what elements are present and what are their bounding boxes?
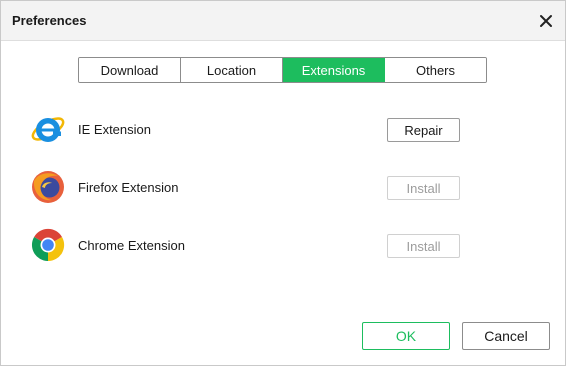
ie-extension-label: IE Extension bbox=[78, 122, 151, 137]
ok-button[interactable]: OK bbox=[362, 322, 450, 350]
cancel-button[interactable]: Cancel bbox=[462, 322, 550, 350]
firefox-install-button[interactable]: Install bbox=[387, 176, 460, 200]
firefox-icon bbox=[32, 171, 64, 203]
preferences-window: Preferences Download Location Extensions… bbox=[0, 0, 566, 366]
ie-repair-button[interactable]: Repair bbox=[387, 118, 460, 142]
internet-explorer-icon bbox=[31, 117, 65, 142]
tab-others[interactable]: Others bbox=[385, 58, 486, 82]
title-bar: Preferences bbox=[1, 1, 565, 41]
chrome-extension-label: Chrome Extension bbox=[78, 238, 185, 253]
tab-bar: Download Location Extensions Others bbox=[78, 57, 487, 83]
firefox-extension-label: Firefox Extension bbox=[78, 180, 179, 195]
tab-download[interactable]: Download bbox=[79, 58, 181, 82]
chrome-install-button[interactable]: Install bbox=[387, 234, 460, 258]
chrome-icon bbox=[31, 228, 65, 262]
tab-extensions[interactable]: Extensions bbox=[283, 58, 385, 82]
close-icon[interactable] bbox=[537, 12, 555, 30]
window-title: Preferences bbox=[12, 13, 87, 28]
tab-location[interactable]: Location bbox=[181, 58, 283, 82]
